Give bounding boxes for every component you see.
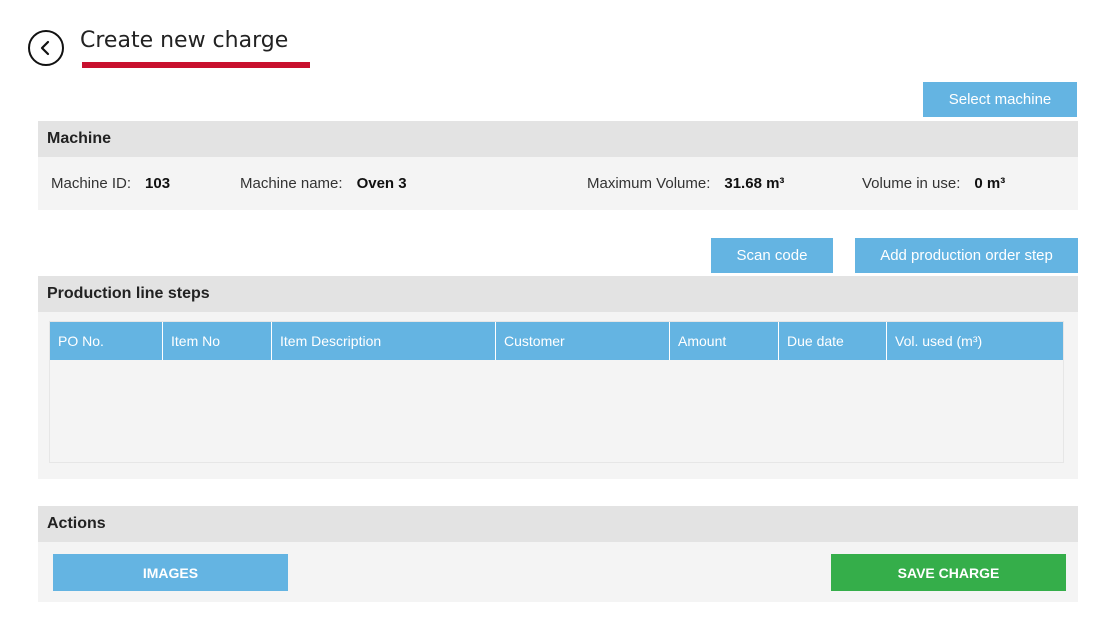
page-title: Create new charge <box>80 28 289 53</box>
production-line-steps-title: Production line steps <box>38 276 1078 312</box>
max-volume-field: Maximum Volume: 31.68 m³ <box>587 175 784 192</box>
column-header-item-no[interactable]: Item No <box>163 322 272 360</box>
save-charge-button[interactable]: SAVE CHARGE <box>831 554 1066 591</box>
column-header-amount[interactable]: Amount <box>670 322 779 360</box>
column-header-customer[interactable]: Customer <box>496 322 670 360</box>
column-header-po-no[interactable]: PO No. <box>50 322 163 360</box>
machine-id-field: Machine ID: 103 <box>51 175 170 192</box>
machine-id-value: 103 <box>145 175 171 192</box>
column-header-due-date[interactable]: Due date <box>779 322 887 360</box>
create-charge-page: Create new charge Select machine Machine… <box>0 0 1109 620</box>
volume-in-use-field: Volume in use: 0 m³ <box>862 175 1005 192</box>
max-volume-value: 31.68 m³ <box>724 175 785 192</box>
volume-in-use-label: Volume in use: <box>862 175 961 192</box>
machine-section: Machine Machine ID: 103 Machine name: Oven… <box>38 121 1078 210</box>
select-machine-button[interactable]: Select machine <box>923 82 1077 117</box>
scan-code-button[interactable]: Scan code <box>711 238 833 273</box>
column-header-item-description[interactable]: Item Description <box>272 322 496 360</box>
production-steps-table: PO No. Item No Item Description Customer… <box>49 321 1064 463</box>
actions-section-title: Actions <box>38 506 1078 542</box>
production-line-steps-section: Production line steps PO No. Item No Ite… <box>38 276 1078 479</box>
max-volume-label: Maximum Volume: <box>587 175 711 192</box>
machine-name-label: Machine name: <box>240 175 343 192</box>
back-button[interactable] <box>28 30 64 66</box>
volume-in-use-value: 0 m³ <box>974 175 1006 192</box>
add-production-order-step-button[interactable]: Add production order step <box>855 238 1078 273</box>
machine-section-title: Machine <box>38 121 1078 157</box>
column-header-vol-used[interactable]: Vol. used (m³) <box>887 322 1063 360</box>
machine-info-row: Machine ID: 103 Machine name: Oven 3 Maxim… <box>38 157 1078 210</box>
machine-id-label: Machine ID: <box>51 175 132 192</box>
images-button[interactable]: IMAGES <box>53 554 288 591</box>
table-body <box>50 360 1063 462</box>
chevron-left-icon <box>40 40 50 56</box>
machine-name-field: Machine name: Oven 3 <box>240 175 407 192</box>
table-header-row: PO No. Item No Item Description Customer… <box>50 322 1063 360</box>
title-underline <box>82 62 310 68</box>
machine-name-value: Oven 3 <box>356 175 407 192</box>
